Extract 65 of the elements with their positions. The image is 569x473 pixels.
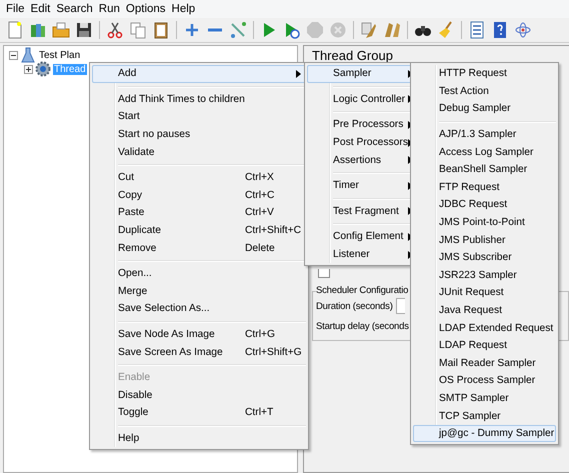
menu-item[interactable]: Mail Reader Sampler <box>413 354 556 372</box>
menu-item[interactable]: JMS Subscriber <box>413 248 556 267</box>
menu-bar-item[interactable]: File <box>3 3 28 15</box>
menu-item[interactable]: Merge <box>92 282 306 300</box>
panel-title: Thread Group <box>312 48 394 63</box>
new-icon <box>6 21 24 39</box>
menu-item[interactable]: Toggle Ctrl+T <box>92 404 306 422</box>
expand-icon <box>183 21 201 39</box>
stop-icon <box>306 21 324 39</box>
menu-item[interactable]: Debug Sampler <box>413 100 556 118</box>
menu-item[interactable]: OS Process Sampler <box>413 372 556 390</box>
menu-item[interactable]: Save Screen As Image Ctrl+Shift+G <box>92 343 306 361</box>
menu-item[interactable]: Copy Ctrl+C <box>92 186 306 204</box>
gear-icon <box>35 61 51 77</box>
input-field[interactable] <box>396 298 405 314</box>
menu-item[interactable]: Start no pauses <box>92 126 306 144</box>
flask-icon <box>21 47 35 63</box>
menu-item[interactable]: Access Log Sampler <box>413 143 556 161</box>
menu-item[interactable]: JUnit Request <box>413 284 556 302</box>
menu-item[interactable]: LDAP Request <box>413 336 556 354</box>
field-label: Startup delay (seconds <box>316 320 409 332</box>
menu-item[interactable]: Save Node As Image Ctrl+G <box>92 326 306 344</box>
cut-icon <box>106 21 124 39</box>
menu-item[interactable]: Duplicate Ctrl+Shift+C <box>92 222 306 240</box>
menu-item[interactable]: Validate <box>92 143 306 161</box>
menu-item[interactable]: Disable <box>92 386 306 404</box>
menu-item[interactable]: JMS Point-to-Point <box>413 214 556 232</box>
help-icon <box>491 21 509 39</box>
tree-item[interactable]: Test Plan <box>38 50 82 60</box>
save-icon <box>75 21 93 39</box>
shutdown-icon <box>329 21 347 39</box>
menu-item[interactable]: JSR223 Sampler <box>413 266 556 284</box>
menu-item[interactable]: Start <box>92 108 306 126</box>
menu-item[interactable]: jp@gc - Dummy Sampler <box>413 424 556 442</box>
collapse-icon <box>208 28 222 32</box>
menu-bar-item[interactable]: Edit <box>28 3 54 15</box>
menu-item[interactable]: Save Selection As... <box>92 300 306 318</box>
group-legend: Scheduler Configuratio <box>316 285 410 296</box>
menu-item[interactable]: Java Request <box>413 302 556 320</box>
menu-item[interactable]: LDAP Extended Request <box>413 319 556 337</box>
menu-bar-item[interactable]: Search <box>53 3 96 15</box>
menu-item[interactable]: SMTP Sampler <box>413 390 556 408</box>
field-label: Duration (seconds) <box>316 300 393 312</box>
menu-bar-item[interactable]: Help <box>168 3 198 15</box>
menu-item[interactable]: JDBC Request <box>413 196 556 214</box>
menu-item[interactable]: Remove Delete <box>92 239 306 257</box>
menu-item[interactable]: Help <box>92 430 306 448</box>
menu-item[interactable]: AJP/1.3 Sampler <box>413 126 556 144</box>
open-icon <box>52 21 70 39</box>
menu-item[interactable]: Test Action <box>413 82 556 100</box>
menu-item[interactable]: Cut Ctrl+X <box>92 168 306 187</box>
menu-item[interactable]: Add Think Times to children <box>92 90 306 108</box>
collapse-toggle[interactable] <box>9 50 18 60</box>
menu-item[interactable]: Add <box>92 65 306 83</box>
menu-item[interactable]: JMS Publisher <box>413 231 556 249</box>
menu-item[interactable]: Open... <box>92 264 306 283</box>
checkbox[interactable] <box>318 269 330 278</box>
menu-bar-item[interactable]: Run <box>96 3 123 15</box>
menu-bar-item[interactable]: Options <box>122 3 169 15</box>
menu-item[interactable]: TCP Sampler <box>413 407 556 425</box>
expand-toggle[interactable] <box>24 64 33 74</box>
copy-icon <box>129 21 147 39</box>
menu-item[interactable]: FTP Request <box>413 178 556 196</box>
menu-item[interactable]: BeanShell Sampler <box>413 160 556 179</box>
menu-item[interactable]: Paste Ctrl+V <box>92 204 306 222</box>
